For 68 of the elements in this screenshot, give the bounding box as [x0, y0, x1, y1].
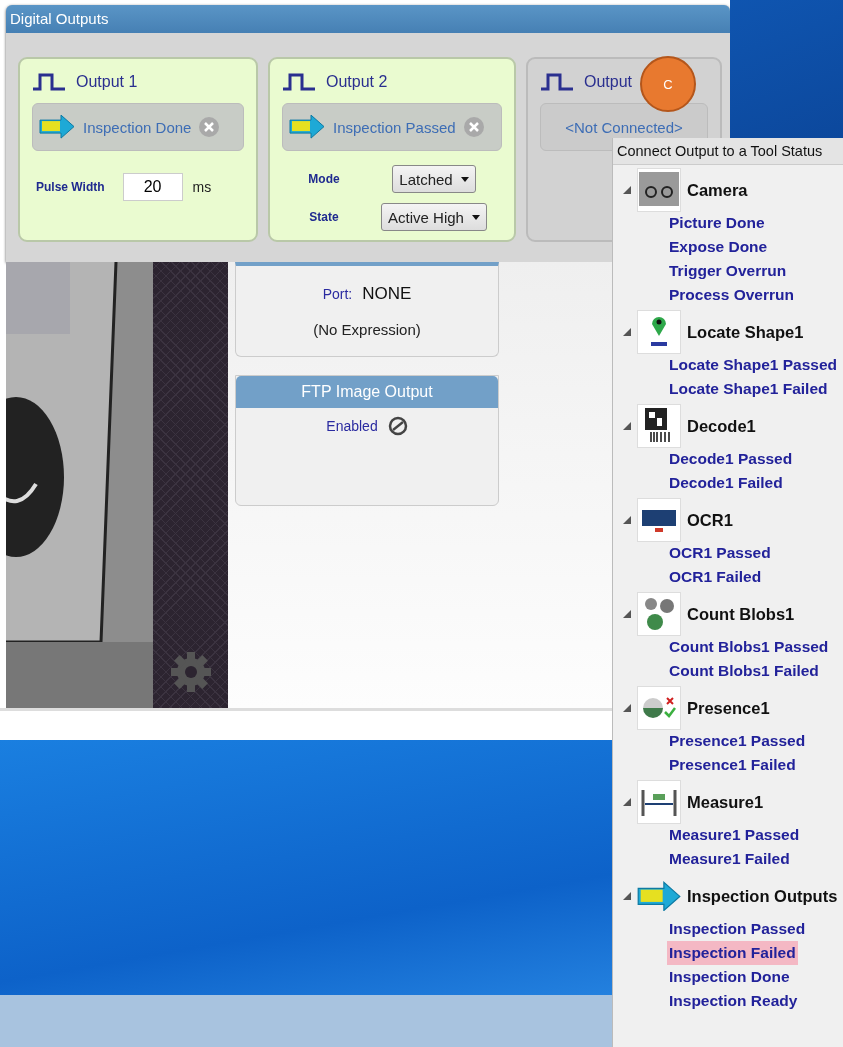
dialog-title: Digital Outputs [6, 5, 730, 33]
tool-name: Camera [687, 180, 748, 200]
expanded-triangle-icon[interactable] [623, 704, 631, 712]
expression-text: (No Expression) [313, 321, 421, 339]
status-item[interactable]: Presence1 Passed [667, 729, 808, 753]
status-item[interactable]: Inspection Passed [667, 917, 808, 941]
status-item[interactable]: Picture Done [667, 211, 767, 235]
caret-icon [460, 176, 469, 182]
port-value: NONE [362, 283, 412, 304]
mode-label: Mode [308, 172, 340, 186]
out-arrow-icon [637, 880, 681, 912]
ftp-card-header: FTP Image Output [236, 376, 498, 408]
status-item[interactable]: OCR1 Failed [667, 565, 764, 589]
expanded-triangle-icon[interactable] [623, 610, 631, 618]
expanded-triangle-icon[interactable] [623, 186, 631, 194]
map-pin-icon [637, 310, 681, 354]
status-item[interactable]: Count Blobs1 Failed [667, 659, 821, 683]
pulse-icon [32, 73, 66, 91]
state-label: State [309, 210, 339, 224]
enabled-label: Enabled [326, 418, 378, 434]
mode-select[interactable]: Latched [392, 165, 476, 193]
popup-title: Connect Output to a Tool Status [613, 138, 843, 165]
status-item[interactable]: Expose Done [667, 235, 770, 259]
tool-name: Locate Shape1 [687, 322, 804, 342]
tool-name: Decode1 [687, 416, 756, 436]
tool-name: Inspection Outputs [687, 886, 838, 906]
barcode-icon [637, 404, 681, 448]
status-item[interactable]: Inspection Done [667, 965, 792, 989]
status-item[interactable]: Measure1 Failed [667, 847, 792, 871]
camera-image-icon [637, 168, 681, 212]
status-item[interactable]: OCR1 Passed [667, 541, 773, 565]
output-name: Output 2 [326, 73, 388, 91]
ocr-icon [637, 498, 681, 542]
status-item[interactable]: Decode1 Failed [667, 471, 785, 495]
port-label: Port: [322, 285, 353, 302]
status-item[interactable]: Count Blobs1 Passed [667, 635, 831, 659]
state-select[interactable]: Active High [381, 203, 487, 231]
status-item[interactable]: Process Overrun [667, 283, 796, 307]
status-item[interactable]: Locate Shape1 Failed [667, 377, 830, 401]
out-arrow-icon [289, 114, 325, 140]
output-name: Output 1 [76, 73, 138, 91]
status-item[interactable]: Decode1 Passed [667, 447, 795, 471]
tool-name: OCR1 [687, 510, 733, 530]
status-item[interactable]: Measure1 Passed [667, 823, 802, 847]
tool-name: Count Blobs1 [687, 604, 795, 624]
caret-icon [471, 214, 480, 220]
expanded-triangle-icon[interactable] [623, 892, 631, 900]
status-item[interactable]: Presence1 Failed [667, 753, 798, 777]
presence-icon [637, 686, 681, 730]
output-name: Output [584, 73, 633, 91]
status-item[interactable]: Locate Shape1 Passed [667, 353, 839, 377]
expanded-triangle-icon[interactable] [623, 798, 631, 806]
pulse-icon [540, 73, 574, 91]
ruler-icon [637, 780, 681, 824]
status-item[interactable]: Trigger Overrun [667, 259, 789, 283]
blobs-icon [637, 592, 681, 636]
tool-name: Presence1 [687, 698, 770, 718]
pulse-icon [282, 73, 316, 91]
expanded-triangle-icon[interactable] [623, 516, 631, 524]
out-arrow-icon [39, 114, 75, 140]
pulse-width-label: Pulse Width [36, 180, 105, 194]
pulse-width-field[interactable]: 20 [122, 173, 183, 201]
tool-name: Measure1 [687, 792, 764, 812]
status-item[interactable]: Inspection Failed [667, 941, 798, 965]
expanded-triangle-icon[interactable] [623, 328, 631, 336]
status-item[interactable]: Inspection Ready [667, 989, 800, 1013]
expanded-triangle-icon[interactable] [623, 422, 631, 430]
unit-label: ms [192, 179, 212, 195]
